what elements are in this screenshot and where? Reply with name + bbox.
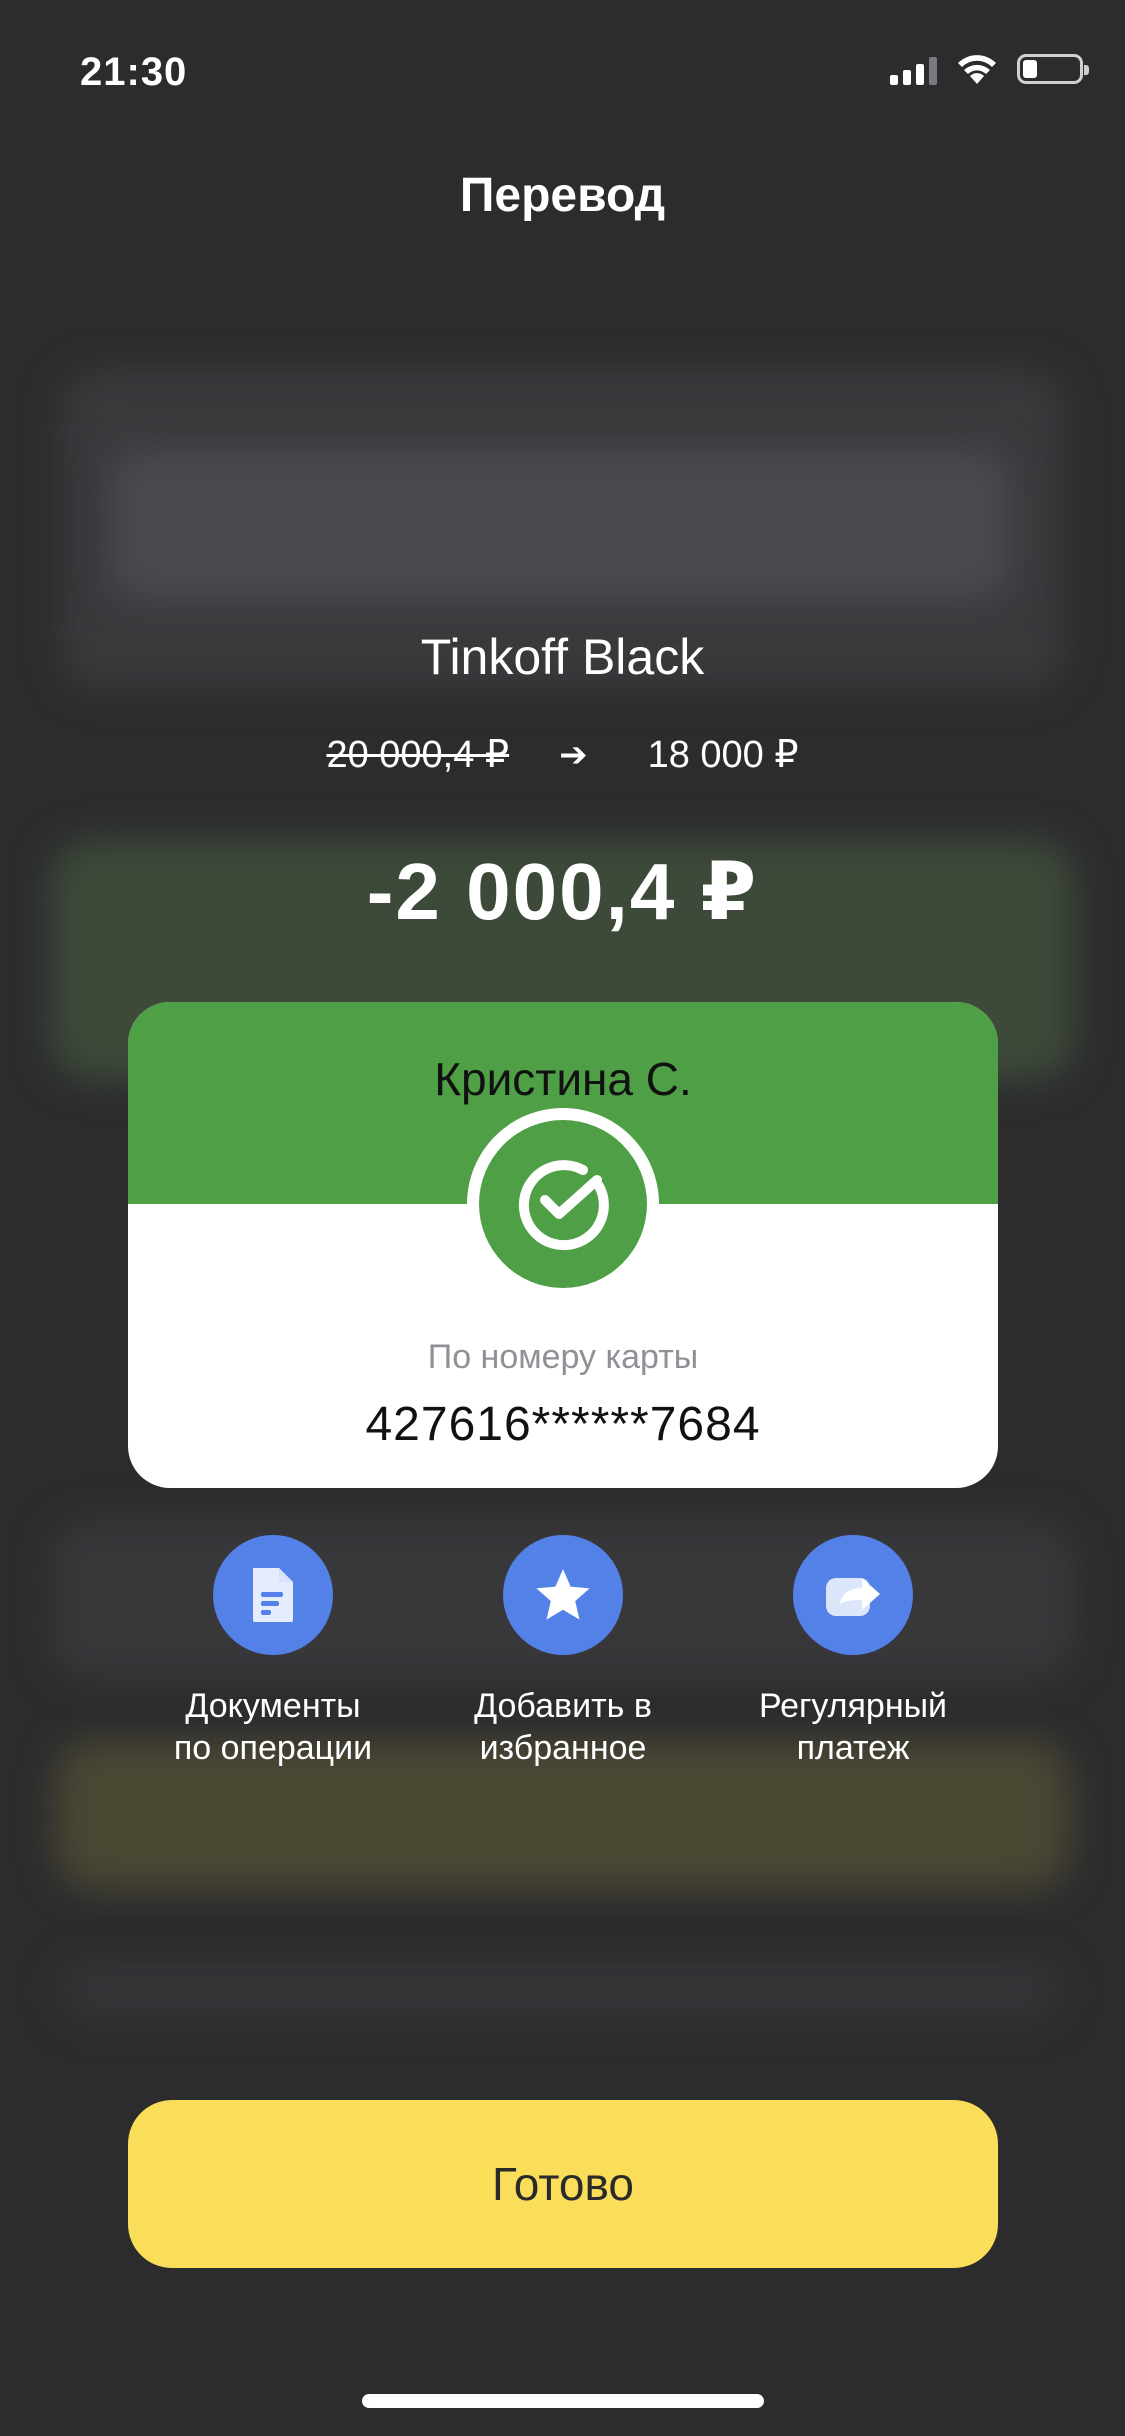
page-title: Перевод (459, 169, 666, 222)
blurred-background-text (60, 1960, 1060, 2020)
card-number: 427616******7684 (365, 1398, 761, 1451)
balance-before: 20 000,4 ₽ (326, 734, 510, 776)
repeat-share-icon (793, 1535, 913, 1655)
cellular-signal-icon (890, 53, 937, 85)
screen: 21:30 Перевод Tinkoff Black 20 000,4 ₽ ➔… (0, 0, 1125, 2436)
recipient-card: Кристина С. По номеру карты 427616******… (128, 1002, 998, 1488)
status-time: 21:30 (80, 50, 188, 94)
document-icon (213, 1535, 333, 1655)
arrow-right-icon: ➔ (559, 735, 588, 774)
documents-label: Документы по операции (173, 1687, 373, 1767)
bank-logo (467, 1108, 659, 1300)
documents-button[interactable]: Документы по операции (128, 1535, 418, 1769)
recipient-name: Кристина С. (434, 1053, 692, 1105)
done-button[interactable]: Готово (128, 2100, 998, 2268)
wifi-icon (958, 55, 996, 84)
add-favorite-button[interactable]: Добавить в избранное (418, 1535, 708, 1769)
transfer-amount: -2 000,4 ₽ (366, 847, 759, 936)
transfer-method: По номеру карты (427, 1338, 699, 1376)
star-icon (503, 1535, 623, 1655)
home-indicator[interactable] (362, 2394, 764, 2408)
battery-icon (1017, 54, 1089, 84)
balance-after: 18 000 ₽ (647, 734, 799, 776)
recurring-payment-label: Регулярный платеж (758, 1687, 948, 1767)
status-icons (890, 52, 1089, 86)
action-row: Документы по операции Добавить в избранн… (128, 1535, 998, 1769)
blurred-background-field (110, 450, 1010, 600)
account-name: Tinkoff Black (420, 629, 705, 685)
recurring-payment-button[interactable]: Регулярный платеж (708, 1535, 998, 1769)
balance-change: 20 000,4 ₽ ➔ 18 000 ₽ (0, 732, 1125, 777)
add-favorite-label: Добавить в избранное (474, 1687, 652, 1767)
sberbank-check-icon (479, 1120, 647, 1288)
